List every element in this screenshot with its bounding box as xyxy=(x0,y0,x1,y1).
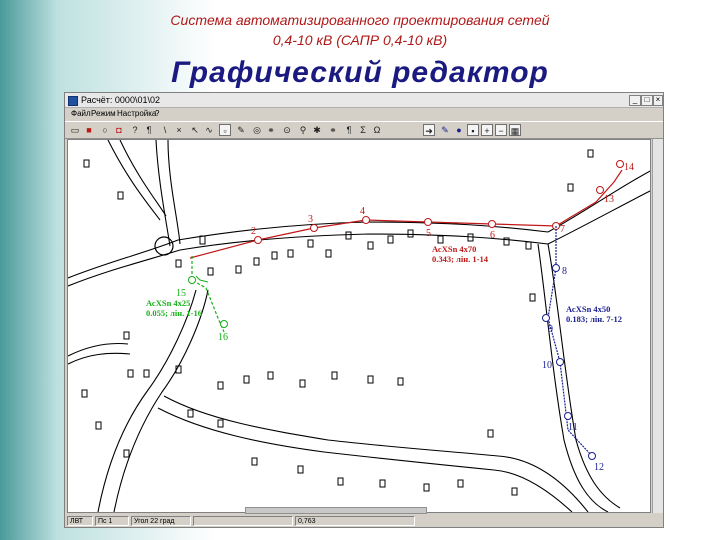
draw-icon[interactable]: ✎ xyxy=(439,124,451,136)
node-label: 2 xyxy=(251,226,256,237)
map-canvas[interactable]: 2 3 4 5 6 7 13 14 8 9 10 11 12 15 16 АсХ… xyxy=(67,139,651,513)
cable-length-label: 0.343; лін. 1-14 xyxy=(432,254,489,264)
node-label: 5 xyxy=(426,228,431,239)
move-icon[interactable]: ↖ xyxy=(189,124,201,136)
object-icon[interactable]: ◎ xyxy=(251,124,263,136)
toolbar: ▭ ■ ○ ◘ ? ¶ \ × ↖ ∿ ▫ ✎ ◎ ⚭ ⊙ ⚲ ✱ ⚭ ¶ Σ … xyxy=(65,121,663,139)
cable-label-green: АсХSn 4х25 0.055; лін. 1-16 xyxy=(146,298,202,318)
status-bar: ЛВТ Пс 1 Угол 22 град 0,763 xyxy=(65,515,663,527)
paragraph-icon[interactable]: ¶ xyxy=(343,124,355,136)
help-icon[interactable]: ? xyxy=(129,124,141,136)
editor-window: Расчёт: 0000\01\02 _ □ × Файл Режим Наст… xyxy=(64,92,664,528)
menu-mode[interactable]: Режим xyxy=(91,108,116,120)
slide-heading: Графический редактор xyxy=(171,56,549,89)
sum-icon[interactable]: Σ xyxy=(357,124,369,136)
search-icon[interactable]: ⚲ xyxy=(297,124,309,136)
node-label: 12 xyxy=(594,462,604,473)
cable-length-label: 0.055; лін. 1-16 xyxy=(146,308,202,318)
status-angle: Угол 22 град xyxy=(131,516,191,526)
red-nodes: 2 3 4 5 6 7 13 14 xyxy=(251,160,634,244)
node-2[interactable] xyxy=(254,236,262,244)
wave-icon[interactable]: ∿ xyxy=(203,124,215,136)
node-label: 13 xyxy=(604,194,614,205)
ohm-icon[interactable]: Ω xyxy=(371,124,383,136)
cable-type-label: АсХSn 4х25 xyxy=(146,298,190,308)
minimize-button[interactable]: _ xyxy=(629,95,641,106)
grid-icon[interactable]: ▦ xyxy=(509,124,521,136)
node-9[interactable] xyxy=(542,314,550,322)
node-3[interactable] xyxy=(310,224,318,232)
cable-type-label: АсХSn 4х70 xyxy=(432,244,476,254)
frame-icon[interactable]: ▫ xyxy=(219,124,231,136)
close-button[interactable]: × xyxy=(653,95,663,106)
node-12[interactable] xyxy=(588,452,596,460)
node-label: 10 xyxy=(542,360,552,371)
cable-label-blue: АсХSn 4х50 0.183; лін. 7-12 xyxy=(566,304,622,324)
node-blue-icon[interactable]: ● xyxy=(453,124,465,136)
select-icon[interactable]: ▪ xyxy=(467,124,479,136)
node-8[interactable] xyxy=(552,264,560,272)
cable-type-label: АсХSn 4х50 xyxy=(566,304,610,314)
transformer-circle xyxy=(154,236,174,256)
node-label: 9 xyxy=(548,324,553,335)
slide-title: Система автоматизированного проектирован… xyxy=(170,12,550,48)
window-title: Расчёт: 0000\01\02 xyxy=(81,95,160,105)
status-substation: Пс 1 xyxy=(95,516,129,526)
node-15[interactable] xyxy=(188,276,196,284)
target-icon[interactable]: ⊙ xyxy=(281,124,293,136)
node-16[interactable] xyxy=(220,320,228,328)
node-4[interactable] xyxy=(362,216,370,224)
node-label: 4 xyxy=(360,206,365,217)
app-icon xyxy=(68,96,78,106)
node-label: 6 xyxy=(490,230,495,241)
node-label: 8 xyxy=(562,266,567,277)
node-label: 11 xyxy=(568,422,578,433)
node-label: 7 xyxy=(560,224,565,235)
node-5[interactable] xyxy=(424,218,432,226)
green-line xyxy=(191,256,225,333)
menu-bar: Файл Режим Настройка ? xyxy=(65,108,663,120)
node-label: 3 xyxy=(308,214,313,225)
label-icon[interactable]: ¶ xyxy=(143,124,155,136)
status-empty xyxy=(193,516,293,526)
road-edges xyxy=(68,140,650,512)
menu-help[interactable]: ? xyxy=(155,108,159,120)
map-drawing: 2 3 4 5 6 7 13 14 8 9 10 11 12 15 16 АсХ… xyxy=(68,140,650,512)
new-icon[interactable]: ▭ xyxy=(69,124,81,136)
status-scale: 0,763 xyxy=(295,516,415,526)
node-11[interactable] xyxy=(564,412,572,420)
horizontal-scrollbar[interactable] xyxy=(245,507,427,514)
cable-label-red: АсХSn 4х70 0.343; лін. 1-14 xyxy=(432,244,489,264)
save-icon[interactable]: ■ xyxy=(83,124,95,136)
node-14[interactable] xyxy=(616,160,624,168)
vertical-scrollbar[interactable] xyxy=(652,139,663,513)
binoculars-icon[interactable]: ⚭ xyxy=(327,124,339,136)
node-10[interactable] xyxy=(556,358,564,366)
zoom-out-icon[interactable]: − xyxy=(495,124,507,136)
menu-settings[interactable]: Настройка xyxy=(117,108,156,120)
delete-icon[interactable]: × xyxy=(173,124,185,136)
node-label: 16 xyxy=(218,332,228,343)
cable-length-label: 0.183; лін. 7-12 xyxy=(566,314,622,324)
edit-icon[interactable]: ✎ xyxy=(235,124,247,136)
tool-icon[interactable]: ✱ xyxy=(311,124,323,136)
node-6[interactable] xyxy=(488,220,496,228)
zoom-in-icon[interactable]: + xyxy=(481,124,493,136)
status-mode: ЛВТ xyxy=(67,516,93,526)
substation-icon[interactable]: ◘ xyxy=(113,124,125,136)
maximize-button[interactable]: □ xyxy=(641,95,653,106)
node-icon[interactable]: ○ xyxy=(99,124,111,136)
node-label: 14 xyxy=(624,162,634,173)
red-line xyxy=(189,169,623,259)
node-13[interactable] xyxy=(596,186,604,194)
building-outlines xyxy=(81,149,594,496)
menu-file[interactable]: Файл xyxy=(71,108,91,120)
window-titlebar: Расчёт: 0000\01\02 _ □ × xyxy=(65,93,663,108)
link-icon[interactable]: ⚭ xyxy=(265,124,277,136)
pointer-icon[interactable]: ➜ xyxy=(423,124,435,136)
line-icon[interactable]: \ xyxy=(159,124,171,136)
